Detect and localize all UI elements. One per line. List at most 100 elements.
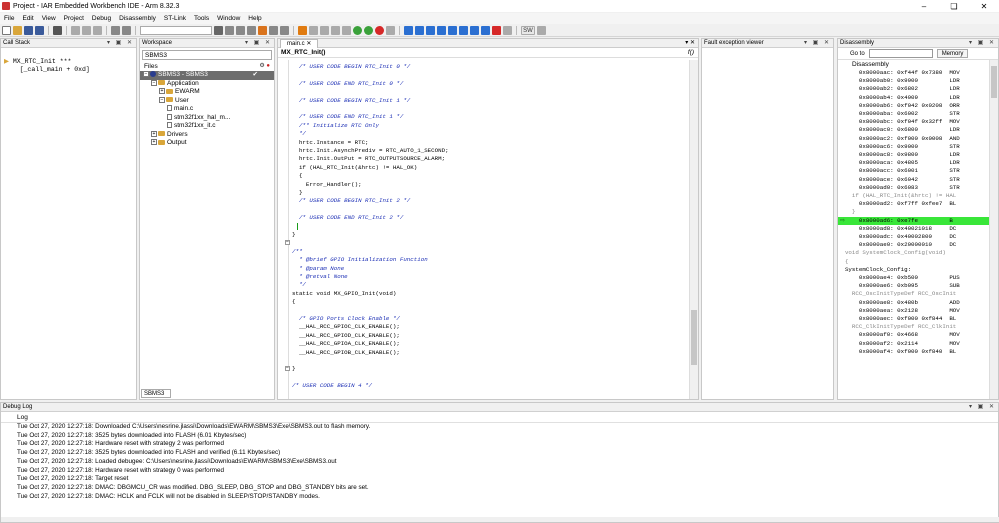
disassembly-line[interactable]: 0x8000ab0: 0x9900 LDR	[838, 77, 990, 85]
disassembly-line[interactable]: 0x8000ab4: 0x4909 LDR	[838, 94, 990, 102]
expand-toggle-icon[interactable]: +	[159, 88, 165, 95]
step-out-icon[interactable]	[448, 25, 457, 35]
disassembly-line[interactable]: 0x8000ac2: 0xf000 0x0008 AND	[838, 135, 990, 143]
toggle-breakpoint-icon[interactable]	[331, 25, 340, 35]
more-icon[interactable]	[503, 25, 512, 35]
menu-st-link[interactable]: ST-Link	[160, 15, 190, 22]
disassembly-line[interactable]: 0x8000ad0: 0x6083 STR	[838, 184, 990, 192]
disassembly-line[interactable]: 0x8000ac0: 0x6800 LDR	[838, 126, 990, 134]
run-to-cursor-icon[interactable]	[470, 25, 479, 35]
tree-item[interactable]: − User	[140, 97, 274, 106]
new-file-icon[interactable]	[2, 25, 11, 35]
memory-button[interactable]: Memory	[936, 49, 969, 58]
disassembly-line[interactable]: 0x8000aca: 0x4805 LDR	[838, 159, 990, 167]
editor-controls-icon[interactable]: ▾ ✕	[685, 39, 695, 46]
expand-toggle-icon[interactable]: −	[151, 79, 157, 86]
menu-tools[interactable]: Tools	[190, 15, 213, 22]
menu-help[interactable]: Help	[244, 15, 265, 22]
close-tab-icon[interactable]: ✕	[306, 41, 311, 47]
disassembly-line[interactable]: 0x8000ae6: 0xb095 SUB	[838, 282, 990, 290]
step-over-icon[interactable]	[426, 25, 435, 35]
workspace-tab-sbms3[interactable]: SBMS3	[141, 389, 171, 398]
paste-icon[interactable]	[93, 25, 102, 35]
maximize-icon[interactable]: ❏	[939, 0, 969, 12]
tree-item[interactable]: stm32f1xx_it.c	[140, 122, 274, 131]
panel-controls-icon[interactable]: ▾ ▣ ✕	[107, 39, 134, 46]
find-prev-icon[interactable]	[236, 25, 245, 35]
disassembly-line[interactable]: 0x8000adc: 0x40002800 DC	[838, 233, 990, 241]
minimize-icon[interactable]: –	[909, 0, 939, 12]
disassembly-line[interactable]: 0x8000aac: 0xf44f 0x7380 MOV	[838, 69, 990, 77]
open-folder-icon[interactable]	[13, 25, 22, 35]
fold-toggle-icon[interactable]: −	[285, 240, 290, 246]
disassembly-scrollbar[interactable]	[989, 60, 998, 399]
disassembly-line[interactable]: 0x8000ab6: 0xf042 0x0208 ORR	[838, 102, 990, 110]
expand-toggle-icon[interactable]: +	[151, 130, 157, 137]
disassembly-line[interactable]: 0x8000ac8: 0x9800 LDR	[838, 151, 990, 159]
expand-toggle-icon[interactable]: −	[143, 71, 149, 78]
disassembly-line[interactable]: 0x8000abc: 0xf04f 0x32ff MOV	[838, 118, 990, 126]
tree-item[interactable]: stm32f1xx_hal_m...	[140, 114, 274, 123]
tree-item[interactable]: + Output	[140, 139, 274, 148]
disassembly-line[interactable]: 0x8000ae0: 0x20000010 DC	[838, 241, 990, 249]
undo-icon[interactable]	[111, 25, 120, 35]
fold-toggle-icon[interactable]: −	[285, 366, 290, 372]
save-all-icon[interactable]	[35, 25, 44, 35]
panel-controls-icon[interactable]: ▾ ▣ ✕	[245, 39, 272, 46]
menu-disassembly[interactable]: Disassembly	[115, 15, 160, 22]
stop-build-icon[interactable]	[320, 25, 329, 35]
make-icon[interactable]	[309, 25, 318, 35]
reset-icon[interactable]	[404, 25, 413, 35]
function-navigator[interactable]: MX_RTC_Init() f()	[278, 48, 698, 58]
compile-icon[interactable]	[298, 25, 307, 35]
expand-toggle-icon[interactable]: +	[151, 139, 157, 146]
panel-controls-icon[interactable]: ▾ ▣ ✕	[804, 39, 831, 46]
menu-project[interactable]: Project	[60, 15, 88, 22]
tab-main-c[interactable]: main.c ✕	[280, 39, 319, 48]
disassembly-line[interactable]: RCC_ClkInitTypeDef RCC_ClkInit	[838, 323, 990, 331]
tree-item[interactable]: − SBMS3 - SBMS3 ✔	[140, 71, 274, 80]
call-stack-row[interactable]: [_call_main + 0xd]	[1, 66, 136, 74]
menu-edit[interactable]: Edit	[18, 15, 37, 22]
print-icon[interactable]	[53, 25, 62, 35]
disassembly-line[interactable]: RCC_OscInitTypeDef RCC_OscInit	[838, 290, 990, 298]
disassembly-line[interactable]: 0x8000aec: 0xf000 0xf844 BL	[838, 315, 990, 323]
scroll-thumb[interactable]	[691, 310, 697, 365]
stop-icon[interactable]	[492, 25, 501, 35]
tree-item[interactable]: + Drivers	[140, 131, 274, 140]
disassembly-line[interactable]: 0x8000ad8: 0x40021018 DC	[838, 225, 990, 233]
disassembly-line[interactable]: 0x8000aba: 0x6002 STR	[838, 110, 990, 118]
log-list[interactable]: Tue Oct 27, 2020 12:27:18: Downloaded C:…	[1, 423, 998, 501]
disassembly-line[interactable]: ⇨ 0x8000ad6: 0xe7fe B	[838, 216, 990, 225]
workspace-config-select[interactable]: SBMS3	[142, 50, 272, 60]
debug-no-download-icon[interactable]	[364, 25, 373, 35]
go-icon[interactable]	[481, 25, 490, 35]
disassembly-line[interactable]: 0x8000af2: 0x2114 MOV	[838, 340, 990, 348]
disassembly-line[interactable]: 0x8000ab2: 0x6802 LDR	[838, 85, 990, 93]
disassembly-line[interactable]: SystemClock_Config:	[838, 266, 990, 274]
find-icon[interactable]	[214, 25, 223, 35]
step-into-icon[interactable]	[437, 25, 446, 35]
sw-button[interactable]: SW	[521, 25, 535, 35]
tree-item[interactable]: + EWARM	[140, 88, 274, 97]
disassembly-line[interactable]: void SystemClock_Config(void)	[838, 249, 990, 257]
tree-item[interactable]: − Application	[140, 80, 274, 89]
disassembly-line[interactable]: }	[838, 208, 990, 216]
close-icon[interactable]: ✕	[969, 0, 999, 12]
disassembly-line[interactable]: 0x8000ac6: 0x9000 STR	[838, 143, 990, 151]
function-list-button[interactable]: f()	[688, 48, 694, 58]
disassembly-line[interactable]: 0x8000aea: 0x2128 MOV	[838, 307, 990, 315]
copy-icon[interactable]	[82, 25, 91, 35]
layout-icon[interactable]	[537, 25, 546, 35]
disassembly-line[interactable]: 0x8000af4: 0xf000 0xf840 BL	[838, 348, 990, 356]
goto-input[interactable]	[868, 49, 933, 58]
disassembly-line[interactable]: 0x8000af0: 0x4668 MOV	[838, 331, 990, 339]
next-statement-icon[interactable]	[459, 25, 468, 35]
disassembly-line[interactable]: {	[838, 258, 990, 266]
call-stack-row[interactable]: ▶ MX_RTC_Init ***	[1, 58, 136, 66]
disassembly-line[interactable]: 0x8000ae8: 0x480b ADD	[838, 299, 990, 307]
disassembly-line[interactable]: 0x8000ae4: 0xb500 PUS	[838, 274, 990, 282]
editor-scrollbar[interactable]	[689, 60, 698, 399]
disassembly-line[interactable]: 0x8000ad2: 0xf7ff 0xfee7 BL	[838, 200, 990, 208]
stop-debug-icon[interactable]	[375, 25, 384, 35]
